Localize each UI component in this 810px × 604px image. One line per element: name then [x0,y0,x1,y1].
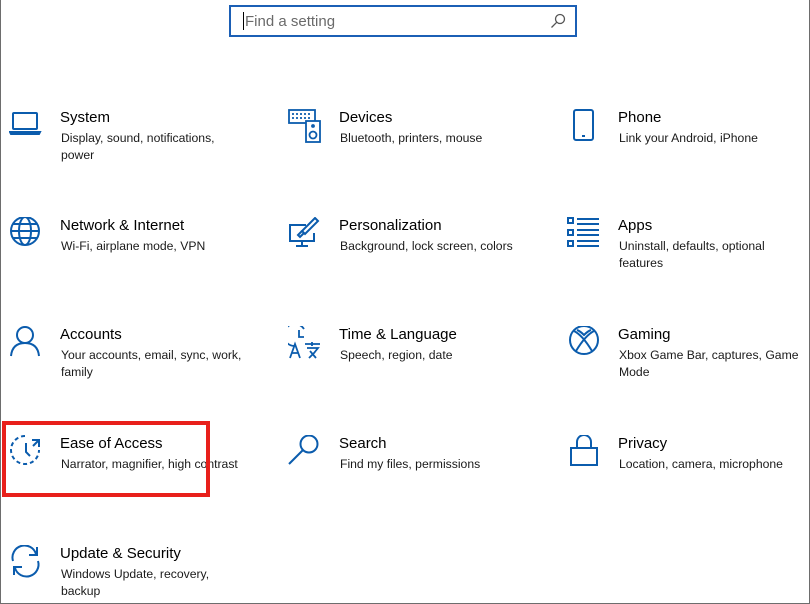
time-language-icon [288,326,322,360]
tile-title: System [60,109,111,126]
search-box[interactable] [229,5,577,37]
tile-system[interactable]: System Display, sound, notifications, po… [9,109,249,189]
tile-network-internet[interactable]: Network & Internet Wi-Fi, airplane mode,… [9,217,249,297]
tile-description: Your accounts, email, sync, work, family [61,348,242,379]
highlight-box [2,421,210,497]
tile-privacy[interactable]: Privacy Location, camera, microphone [567,435,807,515]
xbox-icon [567,326,601,360]
tile-title: Network & Internet [60,217,185,234]
tile-description: Speech, region, date [340,348,453,362]
tile-title: Accounts [60,326,122,343]
apps-list-icon [567,217,601,251]
tile-personalization[interactable]: Personalization Background, lock screen,… [288,217,528,297]
tile-description: Find my files, permissions [340,457,481,471]
tile-title: Personalization [339,217,442,234]
tile-accounts[interactable]: Accounts Your accounts, email, sync, wor… [9,326,249,406]
tile-description: Windows Update, recovery, backup [61,567,210,598]
tile-description: Link your Android, iPhone [619,131,758,145]
search-input[interactable] [244,7,549,35]
tile-description: Background, lock screen, colors [340,239,513,253]
magnifier-icon [288,435,322,469]
tile-description: Wi-Fi, airplane mode, VPN [61,239,206,253]
sync-arrows-icon [9,545,43,579]
lock-icon [567,435,601,469]
tile-description: Bluetooth, printers, mouse [340,131,483,145]
tile-description: Location, camera, microphone [619,457,783,471]
tile-update-security[interactable]: Update & Security Windows Update, recove… [9,545,249,604]
keyboard-speaker-icon [288,109,322,143]
tile-phone[interactable]: Phone Link your Android, iPhone [567,109,807,189]
tile-description: Xbox Game Bar, captures, Game Mode [619,348,799,379]
tile-time-language[interactable]: Time & Language Speech, region, date [288,326,528,406]
person-icon [9,326,43,360]
tile-gaming[interactable]: Gaming Xbox Game Bar, captures, Game Mod… [567,326,807,406]
tile-search[interactable]: Search Find my files, permissions [288,435,528,515]
paint-monitor-icon [288,217,322,251]
tile-title: Devices [339,109,393,126]
tile-title: Time & Language [339,326,457,343]
tile-title: Phone [618,109,662,126]
tile-title: Privacy [618,435,668,452]
globe-icon [9,217,43,251]
tile-title: Search [339,435,387,452]
tile-title: Apps [618,217,653,234]
laptop-icon [9,109,43,143]
tile-description: Uninstall, defaults, optional features [619,239,765,270]
tile-apps[interactable]: Apps Uninstall, defaults, optional featu… [567,217,807,297]
phone-icon [567,109,601,143]
search-icon[interactable] [549,12,567,30]
tile-description: Display, sound, notifications, power [61,131,215,162]
tile-title: Update & Security [60,545,181,562]
tile-devices[interactable]: Devices Bluetooth, printers, mouse [288,109,528,189]
tile-title: Gaming [618,326,671,343]
